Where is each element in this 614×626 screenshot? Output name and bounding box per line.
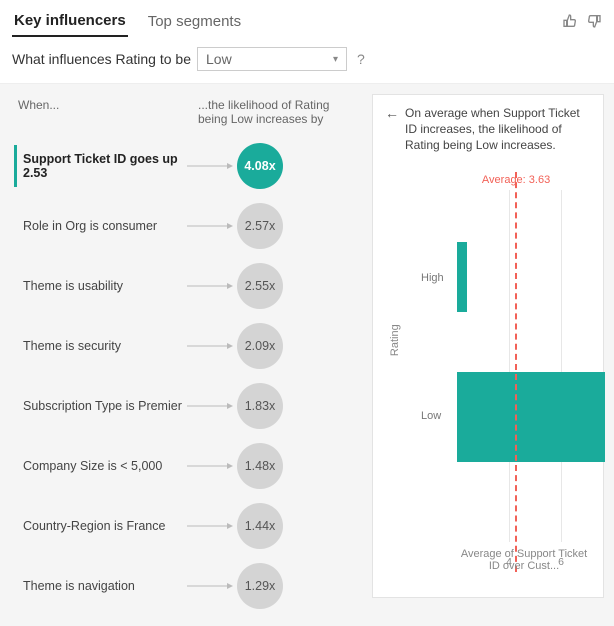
influencer-row[interactable]: Subscription Type is Premier 1.83x bbox=[0, 376, 362, 436]
connector-line-icon bbox=[187, 222, 233, 230]
help-icon[interactable]: ? bbox=[357, 51, 365, 67]
bar-low bbox=[457, 372, 605, 462]
influencer-value-bubble: 1.83x bbox=[237, 383, 283, 429]
question-row: What influences Rating to be Low ▾ ? bbox=[0, 37, 614, 84]
influencer-row[interactable]: Theme is navigation 1.29x bbox=[0, 556, 362, 616]
connector-line-icon bbox=[187, 282, 233, 290]
influencer-value-bubble: 4.08x bbox=[237, 143, 283, 189]
bar-high bbox=[457, 242, 467, 312]
selection-indicator bbox=[14, 385, 17, 427]
rating-dropdown[interactable]: Low ▾ bbox=[197, 47, 347, 71]
influencer-row[interactable]: Company Size is < 5,000 1.48x bbox=[0, 436, 362, 496]
header-likelihood: ...the likelihood of Rating being Low in… bbox=[198, 98, 348, 126]
influencer-value-bubble: 1.48x bbox=[237, 443, 283, 489]
influencer-label: Company Size is < 5,000 bbox=[23, 459, 187, 473]
x-axis-title: Average of Support Ticket ID over Cust..… bbox=[457, 548, 591, 572]
selection-indicator bbox=[14, 505, 17, 547]
connector-line-icon bbox=[187, 462, 233, 470]
thumbs-down-icon[interactable] bbox=[586, 13, 602, 32]
connector-line-icon bbox=[187, 162, 233, 170]
influencer-label: Theme is usability bbox=[23, 279, 187, 293]
connector-line-icon bbox=[187, 522, 233, 530]
influencer-row[interactable]: Theme is security 2.09x bbox=[0, 316, 362, 376]
influencer-label: Subscription Type is Premier bbox=[23, 399, 187, 413]
influencer-row[interactable]: Country-Region is France 1.44x bbox=[0, 496, 362, 556]
thumbs-up-icon[interactable] bbox=[562, 13, 578, 32]
influencer-value-bubble: 2.57x bbox=[237, 203, 283, 249]
average-label: Average: 3.63 bbox=[482, 174, 550, 186]
detail-panel: ← On average when Support Ticket ID incr… bbox=[372, 94, 604, 598]
feedback-controls bbox=[562, 13, 602, 32]
influencer-value-bubble: 2.09x bbox=[237, 323, 283, 369]
tab-key-influencers[interactable]: Key influencers bbox=[12, 8, 128, 37]
question-prefix: What influences Rating to be bbox=[12, 51, 191, 67]
influencer-label: Theme is security bbox=[23, 339, 187, 353]
selection-indicator bbox=[14, 205, 17, 247]
influencer-label: Role in Org is consumer bbox=[23, 219, 187, 233]
selection-indicator bbox=[14, 565, 17, 607]
connector-line-icon bbox=[187, 342, 233, 350]
tabs-bar: Key influencers Top segments bbox=[0, 0, 614, 37]
y-category-high: High bbox=[421, 272, 444, 284]
content-body: When... ...the likelihood of Rating bein… bbox=[0, 84, 614, 626]
y-axis-title: Rating bbox=[389, 324, 401, 356]
detail-panel-wrap: ← On average when Support Ticket ID incr… bbox=[362, 84, 614, 626]
influencer-row[interactable]: Theme is usability 2.55x bbox=[0, 256, 362, 316]
selection-indicator bbox=[14, 445, 17, 487]
selection-indicator bbox=[14, 145, 17, 187]
chart-grid bbox=[457, 190, 587, 542]
connector-line-icon bbox=[187, 582, 233, 590]
back-arrow-icon[interactable]: ← bbox=[385, 105, 399, 154]
influencer-row[interactable]: Role in Org is consumer 2.57x bbox=[0, 196, 362, 256]
detail-title: On average when Support Ticket ID increa… bbox=[405, 105, 591, 154]
influencer-label: Theme is navigation bbox=[23, 579, 187, 593]
influencer-value-bubble: 1.44x bbox=[237, 503, 283, 549]
influencer-label: Support Ticket ID goes up 2.53 bbox=[23, 152, 187, 180]
detail-chart: Rating High Low Average: 3.63 4 6 Averag… bbox=[413, 172, 591, 572]
average-line bbox=[515, 172, 517, 572]
chevron-down-icon: ▾ bbox=[333, 54, 338, 65]
selection-indicator bbox=[14, 325, 17, 367]
detail-header: ← On average when Support Ticket ID incr… bbox=[385, 105, 591, 154]
influencer-value-bubble: 1.29x bbox=[237, 563, 283, 609]
influencers-panel: When... ...the likelihood of Rating bein… bbox=[0, 84, 362, 626]
column-headers: When... ...the likelihood of Rating bein… bbox=[0, 94, 362, 136]
connector-line-icon bbox=[187, 402, 233, 410]
influencer-label: Country-Region is France bbox=[23, 519, 187, 533]
selection-indicator bbox=[14, 265, 17, 307]
dropdown-value: Low bbox=[206, 51, 232, 67]
influencer-row[interactable]: Support Ticket ID goes up 2.53 4.08x bbox=[0, 136, 362, 196]
gridline bbox=[561, 190, 562, 542]
header-when: When... bbox=[18, 98, 198, 126]
gridline bbox=[509, 190, 510, 542]
tab-top-segments[interactable]: Top segments bbox=[146, 9, 243, 36]
influencer-value-bubble: 2.55x bbox=[237, 263, 283, 309]
y-category-low: Low bbox=[421, 410, 441, 422]
